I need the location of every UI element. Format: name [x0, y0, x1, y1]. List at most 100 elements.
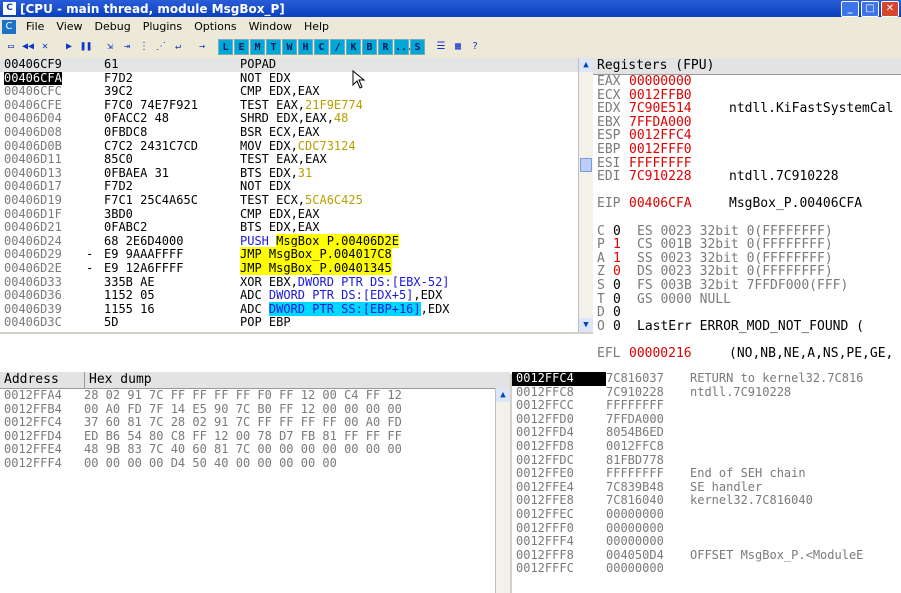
flag-row[interactable]: Z 0 DS 0023 32bit 0(FFFFFFFF) [597, 265, 901, 279]
list-icon[interactable]: ☰ [433, 39, 449, 55]
flag-value[interactable]: 0 [613, 224, 637, 239]
dump-row[interactable]: 0012FFF4 00 00 00 00 D4 50 40 00 00 00 00… [4, 456, 510, 471]
disassembly-row[interactable]: 00406D0B C7C2 2431C7CD MOV EDX,CDC73124 [0, 139, 593, 154]
disassembly-pane[interactable]: 00406CF9 61 POPAD 00406CFA F7D2 NOT EDX 00406C… [0, 58, 593, 332]
disassembly-row[interactable]: 00406D17 F7D2 NOT EDX [0, 180, 593, 194]
register-row[interactable]: EAX 00000000 [597, 75, 901, 89]
register-row[interactable]: ESI FFFFFFFF [597, 156, 901, 171]
toolbar-window-button-12[interactable]: S [410, 39, 425, 55]
dump-row[interactable]: 0012FFC4 37 60 81 7C 28 02 91 7C FF FF FF… [4, 415, 510, 430]
rewind-icon[interactable]: ◀◀ [20, 39, 36, 55]
registers-pane[interactable]: Registers (FPU) EAX 00000000 ECX 0012FFB0 ED… [593, 58, 901, 378]
menu-item-plugins[interactable]: Plugins [137, 20, 188, 33]
disassembly-row[interactable]: 00406D2E - E9 12A6FFFF JMP MsgBox_P.0040134… [0, 260, 593, 276]
register-row[interactable]: EBX 7FFDA000 [597, 116, 901, 130]
trace-into-icon[interactable]: ⋮ [136, 39, 152, 55]
toolbar-window-button-4[interactable]: W [282, 39, 297, 55]
register-row[interactable]: EDX 7C90E514 ntdll.KiFastSystemCal [597, 102, 901, 116]
execute-till-return-icon[interactable]: ↵ [170, 39, 186, 55]
menu-item-view[interactable]: View [50, 20, 88, 33]
register-row[interactable]: ESP 0012FFC4 [597, 129, 901, 143]
register-value[interactable]: 00000000 [629, 75, 729, 89]
stack-row[interactable]: 0012FFC8 7C910228 ntdll.7C910228 [512, 385, 901, 400]
menu-item-help[interactable]: Help [298, 20, 335, 33]
stack-row[interactable]: 0012FFFC 00000000 [512, 562, 901, 576]
disassembly-row[interactable]: 00406D3C 5D POP EBP [0, 315, 593, 330]
maximize-button[interactable]: □ [861, 1, 879, 17]
register-value[interactable]: FFFFFFFF [629, 156, 729, 171]
disassembly-row[interactable]: 00406D04 0FACC2 48 SHRD EDX,EAX,48 [0, 112, 593, 126]
scroll-down-arrow-icon[interactable]: ▼ [579, 318, 593, 332]
stack-row[interactable]: 0012FFEC 00000000 [512, 507, 901, 522]
flag-value[interactable]: 0 [613, 265, 637, 279]
dump-row[interactable]: 0012FFE4 48 9B 83 7C 40 60 81 7C 00 00 00… [4, 443, 510, 457]
register-value[interactable]: 00000216 [629, 347, 729, 361]
dump-row[interactable]: 0012FFD4 ED B6 54 80 C8 FF 12 00 78 D7 FB… [4, 429, 510, 444]
toolbar-window-button-6[interactable]: C [314, 39, 329, 55]
flag-value[interactable]: 1 [613, 252, 637, 266]
disassembly-row[interactable]: 00406D36 1152 05 ADC DWORD PTR DS:[EDX+5],… [0, 288, 593, 303]
menu-item-window[interactable]: Window [243, 20, 298, 33]
disassembly-row[interactable]: 00406D19 F7C1 25C4A65C TEST ECX,5CA6C425 [0, 193, 593, 208]
toolbar-window-button-0[interactable]: L [218, 39, 233, 55]
disassembly-scrollbar[interactable]: ▲ ▼ [578, 58, 593, 332]
flag-value[interactable]: 0 [613, 306, 637, 320]
step-over-icon[interactable]: ⇥ [119, 39, 135, 55]
stack-row[interactable]: 0012FFE8 7C816040 kernel32.7C816040 [512, 494, 901, 508]
menu-item-debug[interactable]: Debug [89, 20, 137, 33]
stack-pane[interactable]: 0012FFC4 7C816037 RETURN to kernel32.7C816… [512, 372, 901, 593]
toolbar-window-button-2[interactable]: M [250, 39, 265, 55]
register-value[interactable]: 0012FFB0 [629, 88, 729, 103]
stack-row[interactable]: 0012FFE4 7C839B48 SE handler [512, 480, 901, 495]
stack-row[interactable]: 0012FFE0 FFFFFFFF End of SEH chain [512, 466, 901, 481]
disassembly-row[interactable]: 00406D1F 3BD0 CMP EDX,EAX [0, 207, 593, 222]
flag-row[interactable]: S 0 FS 003B 32bit 7FFDF000(FFF) [597, 279, 901, 293]
register-value[interactable]: 0012FFC4 [629, 129, 729, 143]
register-value[interactable]: 7FFDA000 [629, 116, 729, 130]
register-row[interactable]: EDI 7C910228 ntdll.7C910228 [597, 170, 901, 184]
minimize-button[interactable]: _ [841, 1, 859, 17]
register-row[interactable]: EFL 00000216 (NO,NB,NE,A,NS,PE,GE, [597, 347, 901, 361]
grid-icon[interactable]: ▦ [450, 39, 466, 55]
flag-value[interactable]: 0 [613, 292, 637, 307]
flag-value[interactable]: 0 [613, 279, 637, 293]
step-into-icon[interactable]: ⇲ [102, 39, 118, 55]
disassembly-row[interactable]: 00406D39 1155 16 ADC DWORD PTR SS:[EBP+16]… [0, 301, 593, 317]
dump-row[interactable]: 0012FFB4 00 A0 FD 7F 14 E5 90 7C B0 FF 12… [4, 402, 510, 417]
disassembly-row[interactable]: 00406D24 68 2E6D4000 PUSH MsgBox_P.00406D2… [0, 233, 593, 249]
toolbar-window-button-8[interactable]: K [346, 39, 361, 55]
register-row[interactable]: EBP 0012FFF0 [597, 143, 901, 157]
stack-row[interactable]: 0012FFC4 7C816037 RETURN to kernel32.7C816 [512, 372, 901, 386]
toolbar-window-button-7[interactable]: / [330, 39, 345, 55]
register-row[interactable]: ECX 0012FFB0 [597, 88, 901, 103]
toolbar-window-button-1[interactable]: E [234, 39, 249, 55]
scroll-thumb[interactable] [580, 158, 592, 172]
register-row[interactable]: EIP 00406CFA MsgBox_P.00406CFA [597, 197, 901, 211]
flag-value[interactable]: 1 [613, 238, 637, 252]
disassembly-row[interactable]: 00406CF9 61 POPAD [0, 58, 593, 72]
close-icon[interactable]: ✕ [37, 39, 53, 55]
disassembly-row[interactable]: 00406D21 0FABC2 BTS EDX,EAX [0, 220, 593, 235]
stack-row[interactable]: 0012FFD8 0012FFC8 [512, 439, 901, 454]
trace-over-icon[interactable]: ⋰ [153, 39, 169, 55]
disassembly-row[interactable]: 00406D33 335B AE XOR EBX,DWORD PTR DS:[EBX… [0, 275, 593, 290]
flag-row[interactable]: A 1 SS 0023 32bit 0(FFFFFFFF) [597, 251, 901, 266]
register-value[interactable]: 0012FFF0 [629, 143, 729, 157]
disassembly-row[interactable]: 00406CFC 39C2 CMP EDX,EAX [0, 84, 593, 99]
info-pane[interactable] [0, 332, 593, 374]
disassembly-row[interactable]: 00406D08 0FBDC8 BSR ECX,EAX [0, 125, 593, 140]
stack-row[interactable]: 0012FFDC 81FBD778 [512, 453, 901, 468]
stack-row[interactable]: 0012FFF0 00000000 [512, 521, 901, 536]
flag-row[interactable]: C 0 ES 0023 32bit 0(FFFFFFFF) [597, 224, 901, 239]
toolbar-window-button-9[interactable]: B [362, 39, 377, 55]
hex-dump-pane[interactable]: Address Hex dump 0012FFA4 28 02 91 7C FF … [0, 372, 510, 593]
register-value[interactable]: 00406CFA [629, 197, 729, 211]
toolbar-window-button-10[interactable]: R [378, 39, 393, 55]
stack-row[interactable]: 0012FFD0 7FFDA000 [512, 412, 901, 427]
register-value[interactable]: 7C90E514 [629, 102, 729, 116]
toolbar-window-button-11[interactable]: ... [394, 39, 413, 55]
toolbar-window-button-3[interactable]: T [266, 39, 281, 55]
title-bar[interactable]: C [CPU - main thread, module MsgBox_P] _… [0, 0, 901, 17]
help-icon[interactable]: ? [467, 39, 483, 55]
disassembly-row[interactable]: 00406CFA F7D2 NOT EDX [0, 71, 593, 86]
